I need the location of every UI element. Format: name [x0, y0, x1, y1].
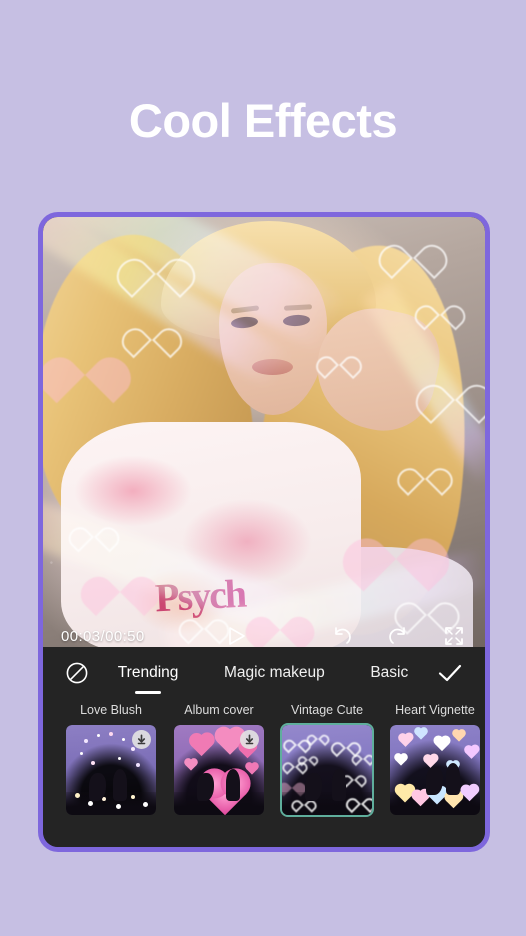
- page-title: Cool Effects: [128, 94, 398, 147]
- heart-bokeh-icon: [329, 347, 349, 365]
- effect-thumbnail[interactable]: [172, 723, 266, 817]
- fullscreen-icon[interactable]: [441, 623, 467, 649]
- confirm-check-icon[interactable]: [431, 662, 469, 684]
- heart-bokeh-icon: [139, 243, 173, 274]
- tab-label: Magic makeup: [223, 664, 325, 681]
- heart-bokeh-icon: [413, 457, 437, 479]
- tab-trending[interactable]: Trending: [114, 647, 183, 699]
- redo-icon[interactable]: [385, 623, 411, 649]
- thumb-silhouette: [445, 763, 460, 796]
- effect-label: Vintage Cute: [290, 703, 364, 717]
- effect-item-vintage-cute[interactable]: [273, 723, 381, 817]
- heart-bokeh-icon: [373, 517, 419, 559]
- effect-preview-art: [390, 725, 480, 815]
- video-preview[interactable]: Psych 00:03/00:50: [43, 217, 485, 657]
- heart-bokeh-icon: [429, 295, 451, 315]
- effect-item-album-cover[interactable]: [165, 723, 273, 817]
- heart-bokeh-icon: [139, 316, 165, 340]
- effects-carousel[interactable]: Love Blush Album cover Vintage Cute Hear…: [43, 699, 485, 817]
- effect-thumbnail-row: [57, 723, 480, 817]
- effects-panel: Trending Magic makeup Basic Love Blush A…: [43, 647, 485, 847]
- heart-bokeh-icon: [83, 517, 105, 537]
- thumb-silhouette: [226, 768, 241, 801]
- download-icon[interactable]: [132, 730, 151, 749]
- effect-thumbnail[interactable]: [388, 723, 482, 817]
- effect-label: Love Blush: [80, 703, 142, 717]
- timecode-label: 00:03/00:50: [61, 627, 145, 645]
- undo-icon[interactable]: [329, 623, 355, 649]
- heart-bokeh-icon: [65, 339, 105, 375]
- effect-item-love-blush[interactable]: [57, 723, 165, 817]
- heart-bokeh-icon: [413, 589, 441, 615]
- effects-tabbar: Trending Magic makeup Basic: [43, 647, 485, 699]
- effect-preview-art: [282, 725, 372, 815]
- active-tab-indicator: [135, 690, 162, 694]
- thumb-silhouette: [112, 768, 127, 801]
- phone-screen: Psych 00:03/00:50: [43, 217, 485, 847]
- heart-bokeh-icon: [438, 369, 472, 400]
- thumb-silhouette: [332, 768, 347, 801]
- effect-name-row: Love Blush Album cover Vintage Cute Hear…: [57, 703, 475, 723]
- tab-magic-makeup[interactable]: Magic makeup: [220, 647, 329, 699]
- heart-bokeh-icon: [103, 561, 137, 592]
- effect-label: Album cover: [184, 703, 254, 717]
- no-effect-icon[interactable]: [59, 661, 95, 685]
- heart-bokeh-icon: [398, 231, 428, 258]
- effect-thumbnail-selected[interactable]: [280, 723, 374, 817]
- play-button[interactable]: [224, 623, 250, 649]
- effect-category-tabs: Trending Magic makeup Basic: [95, 647, 431, 699]
- effect-label: Heart Vignette: [395, 703, 475, 717]
- download-icon[interactable]: [240, 730, 259, 749]
- tab-basic[interactable]: Basic: [366, 647, 412, 699]
- effect-thumbnail[interactable]: [64, 723, 158, 817]
- tab-label: Trending: [117, 664, 179, 681]
- effect-item-heart-vignette[interactable]: [381, 723, 485, 817]
- phone-frame: Psych 00:03/00:50: [38, 212, 490, 852]
- tab-label: Basic: [370, 664, 409, 681]
